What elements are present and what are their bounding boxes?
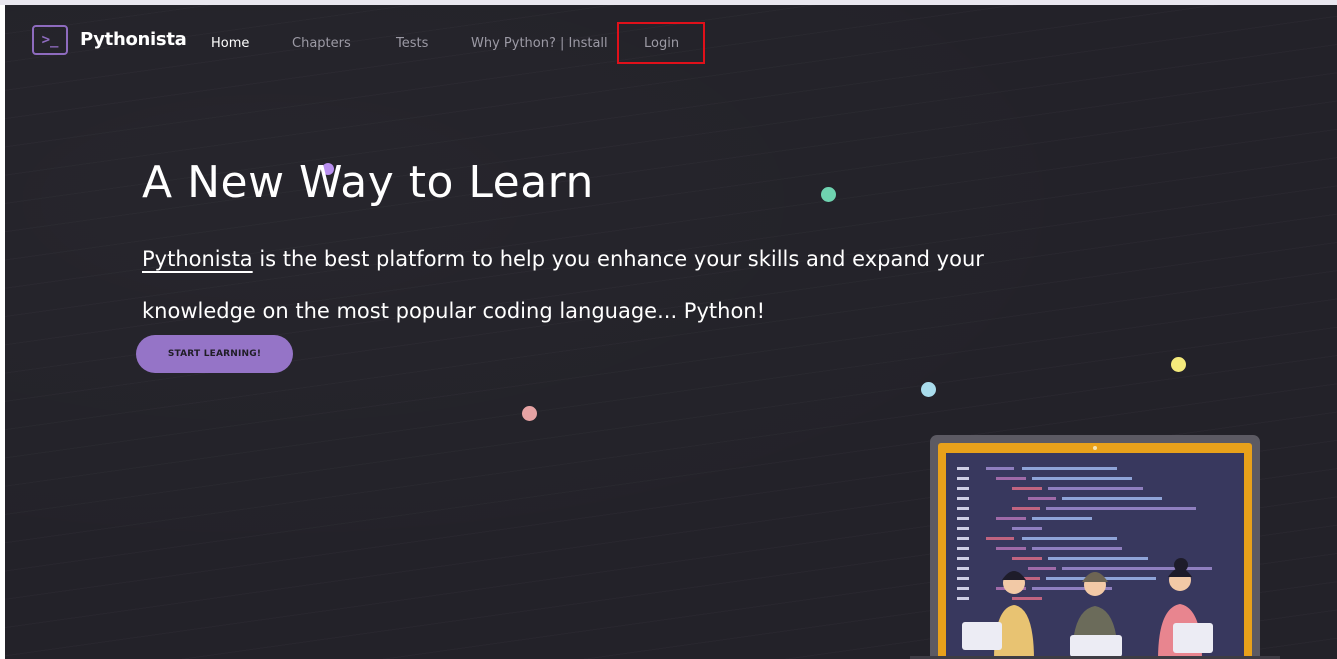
- nav-home[interactable]: Home: [211, 36, 249, 51]
- hero-description-text: is the best platform to help you enhance…: [142, 247, 984, 323]
- terminal-glyph: >_: [41, 32, 59, 48]
- decorative-dot: [1171, 357, 1186, 372]
- brand-name[interactable]: Pythonista: [80, 29, 187, 50]
- terminal-icon[interactable]: >_: [32, 25, 68, 55]
- navbar: >_ Pythonista Home Chapters Tests Why Py…: [5, 5, 1337, 77]
- nav-why-python-install[interactable]: Why Python? | Install: [471, 36, 608, 51]
- nav-tests[interactable]: Tests: [396, 36, 428, 51]
- laptop-illustration: [910, 435, 1280, 659]
- decorative-dot: [821, 187, 836, 202]
- hero-description: Pythonista is the best platform to help …: [142, 233, 1072, 337]
- decorative-dot: [921, 382, 936, 397]
- camera-dot: [1093, 446, 1097, 450]
- start-learning-button[interactable]: START LEARNING!: [136, 335, 293, 373]
- hero-title: A New Way to Learn: [142, 157, 594, 208]
- pythonista-link[interactable]: Pythonista: [142, 247, 253, 271]
- login-highlight-box: [617, 22, 705, 64]
- decorative-dot: [522, 406, 537, 421]
- page: >_ Pythonista Home Chapters Tests Why Py…: [5, 5, 1337, 659]
- nav-chapters[interactable]: Chapters: [292, 36, 351, 51]
